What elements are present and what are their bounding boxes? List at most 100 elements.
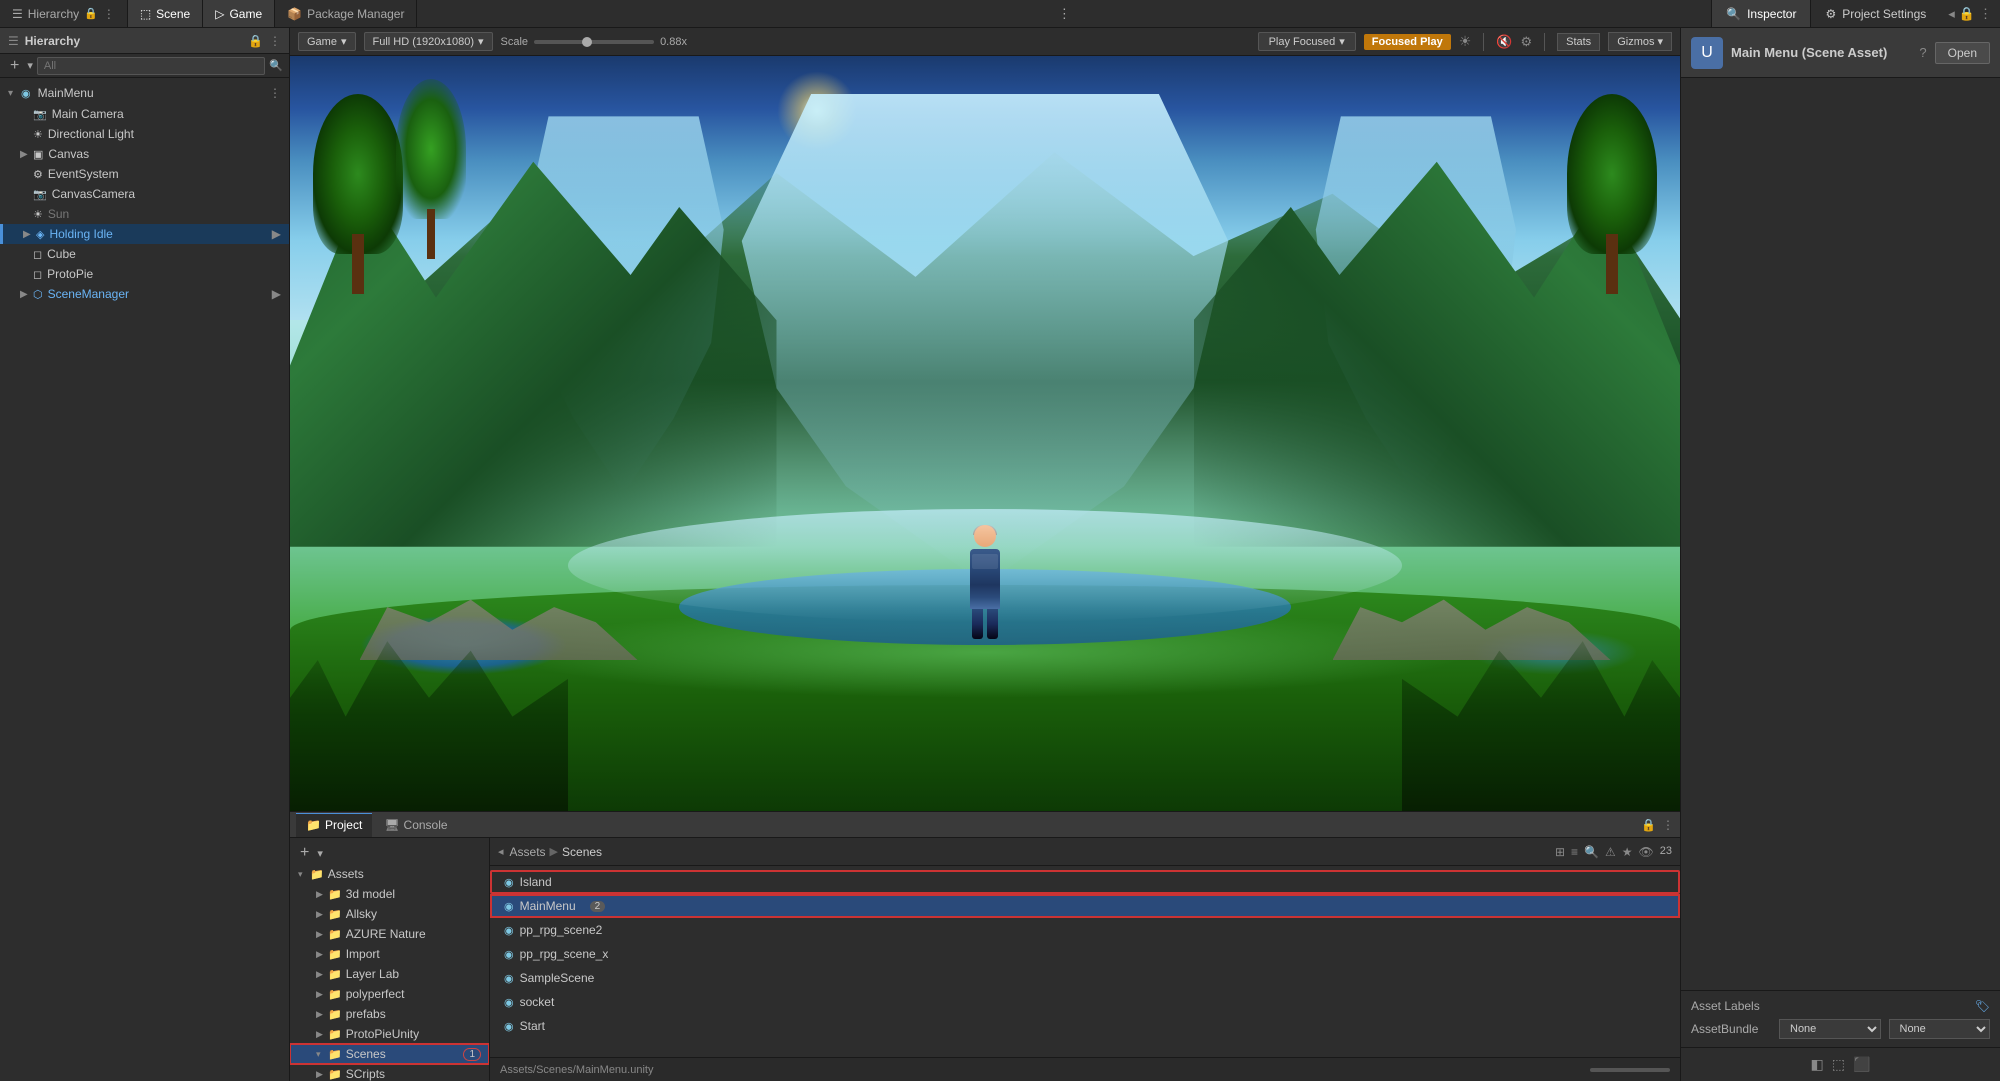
bottom-panel-controls: 🔒 ⋮ bbox=[1641, 818, 1674, 832]
file-item-island[interactable]: ◉ Island bbox=[490, 870, 1680, 894]
hierarchy-item-canvas[interactable]: ▶ ▣ Canvas bbox=[0, 144, 289, 164]
folder-layerlab[interactable]: ▶ 📁 Layer Lab bbox=[290, 964, 489, 984]
protopie-icon: ◻ bbox=[33, 268, 42, 281]
holding-idle-label: Holding Idle bbox=[49, 227, 112, 241]
hierarchy-item-protopie[interactable]: ◻ ProtoPie bbox=[0, 264, 289, 284]
tab-project-settings[interactable]: ⚙ Project Settings bbox=[1810, 0, 1940, 27]
hierarchy-search-input[interactable] bbox=[37, 57, 265, 75]
breadcrumb-root[interactable]: Assets bbox=[510, 845, 546, 859]
audio-settings-icon[interactable]: ⚙ bbox=[1520, 34, 1532, 50]
inspector-title-area: Main Menu (Scene Asset) bbox=[1731, 45, 1911, 60]
file-icon-list[interactable]: ≡ bbox=[1571, 845, 1578, 859]
play-focused-button[interactable]: Play Focused ▾ bbox=[1258, 32, 1356, 51]
hierarchy-item-main-camera[interactable]: 📷 Main Camera bbox=[0, 104, 289, 124]
toolbar-sep-1 bbox=[1483, 33, 1484, 51]
inspector-body bbox=[1681, 78, 2000, 990]
game-view-dropdown[interactable]: Game ▾ bbox=[298, 32, 356, 51]
stats-button[interactable]: Stats bbox=[1557, 33, 1600, 51]
file-item-mainmenu[interactable]: ◉ MainMenu 2 bbox=[490, 894, 1680, 918]
inspector-bottom-icon-1[interactable]: ◧ bbox=[1811, 1056, 1824, 1073]
hierarchy-item-eventsystem[interactable]: ⚙ EventSystem bbox=[0, 164, 289, 184]
folder-3dmodel[interactable]: ▶ 📁 3d model bbox=[290, 884, 489, 904]
asset-bundle-select-1[interactable]: None bbox=[1779, 1019, 1881, 1039]
bottom-lock-icon[interactable]: 🔒 bbox=[1641, 818, 1656, 832]
tab-inspector[interactable]: 🔍 Inspector bbox=[1711, 0, 1810, 27]
scene-root-more[interactable]: ⋮ bbox=[269, 86, 281, 100]
scripts-label: SCripts bbox=[346, 1067, 385, 1081]
cube-icon: ◻ bbox=[33, 248, 42, 261]
breadcrumb-current[interactable]: Scenes bbox=[562, 845, 602, 859]
file-item-socket[interactable]: ◉ socket bbox=[490, 990, 1680, 1014]
scenemanager-more[interactable]: ▶ bbox=[272, 287, 281, 301]
sun-settings-icon[interactable]: ☀ bbox=[1459, 33, 1472, 50]
hierarchy-item-holding-idle[interactable]: ▶ ◈ Holding Idle ▶ bbox=[0, 224, 289, 244]
inspector-bottom-icon-3[interactable]: ⬛ bbox=[1853, 1056, 1870, 1073]
tree-left-1 bbox=[318, 94, 398, 294]
file-icon-visible[interactable]: 👁 bbox=[1639, 845, 1654, 859]
folder-allsky[interactable]: ▶ 📁 Allsky bbox=[290, 904, 489, 924]
main-layout: ☰ Hierarchy 🔒 ⋮ + ▾ 🔍 ▾ ◉ MainMenu ⋮ bbox=[0, 28, 2000, 1081]
asset-menu-arrow[interactable]: ▾ bbox=[317, 847, 323, 860]
breadcrumb-sep: ▶ bbox=[550, 845, 558, 858]
hierarchy-dropdown-arrow[interactable]: ▾ bbox=[27, 59, 33, 72]
menu-dots-hierarchy[interactable]: ⋮ bbox=[103, 7, 115, 21]
hierarchy-item-cube[interactable]: ◻ Cube bbox=[0, 244, 289, 264]
hierarchy-search-icon[interactable]: 🔍 bbox=[269, 59, 283, 72]
inspector-footer: Asset Labels 🏷 AssetBundle None None bbox=[1681, 990, 2000, 1047]
file-icon-search[interactable]: 🔍 bbox=[1584, 845, 1599, 859]
resolution-dropdown[interactable]: Full HD (1920x1080) ▾ bbox=[364, 32, 493, 51]
file-icon-favorite[interactable]: ★ bbox=[1622, 845, 1633, 859]
scale-slider[interactable] bbox=[534, 40, 654, 44]
file-panel-arrow[interactable]: ◂ bbox=[498, 845, 504, 858]
assets-root-item[interactable]: ▾ 📁 Assets bbox=[290, 864, 489, 884]
file-item-samplescene[interactable]: ◉ SampleScene bbox=[490, 966, 1680, 990]
folder-import[interactable]: ▶ 📁 Import bbox=[290, 944, 489, 964]
tab-scene[interactable]: ⬚ Scene bbox=[128, 0, 203, 27]
asset-add-btn[interactable]: + bbox=[296, 842, 313, 864]
scale-value: 0.88x bbox=[660, 36, 687, 48]
hierarchy-item-sun[interactable]: ☀ Sun bbox=[0, 204, 289, 224]
file-icon-warning[interactable]: ⚠ bbox=[1605, 845, 1616, 859]
folder-scripts[interactable]: ▶ 📁 SCripts bbox=[290, 1064, 489, 1081]
hierarchy-tab-icon: ☰ bbox=[12, 7, 23, 21]
mute-icon[interactable]: 🔇 bbox=[1496, 34, 1512, 50]
folder-polyperfect[interactable]: ▶ 📁 polyperfect bbox=[290, 984, 489, 1004]
file-toolbar-icons: ⊞ ≡ 🔍 ⚠ ★ 👁 23 bbox=[1555, 845, 1672, 859]
tab-hierarchy[interactable]: ☰ Hierarchy 🔒 ⋮ bbox=[0, 0, 128, 27]
hierarchy-scene-root[interactable]: ▾ ◉ MainMenu ⋮ bbox=[0, 82, 289, 104]
bottom-menu-icon[interactable]: ⋮ bbox=[1662, 818, 1674, 832]
hierarchy-item-scenemanager[interactable]: ▶ ⬡ SceneManager ▶ bbox=[0, 284, 289, 304]
scene-root-icon: ◉ bbox=[21, 87, 31, 100]
file-icon-grid[interactable]: ⊞ bbox=[1555, 845, 1565, 859]
folder-scenes[interactable]: ▾ 📁 Scenes 1 bbox=[290, 1044, 489, 1064]
hierarchy-header-icons: 🔒 ⋮ bbox=[248, 34, 281, 48]
bottom-status-bar: Assets/Scenes/MainMenu.unity bbox=[490, 1057, 1680, 1081]
folder-azure-nature[interactable]: ▶ 📁 AZURE Nature bbox=[290, 924, 489, 944]
polyperfect-arrow: ▶ bbox=[316, 989, 324, 1000]
tab-package-manager[interactable]: 📦 Package Manager bbox=[275, 0, 417, 27]
hierarchy-add-btn[interactable]: + bbox=[6, 55, 23, 77]
folder-protopieunity[interactable]: ▶ 📁 ProtoPieUnity bbox=[290, 1024, 489, 1044]
asset-bundle-select-2[interactable]: None bbox=[1889, 1019, 1991, 1039]
inspector-bottom-icon-2[interactable]: ⬚ bbox=[1832, 1056, 1845, 1073]
hierarchy-item-canvascamera[interactable]: 📷 CanvasCamera bbox=[0, 184, 289, 204]
tab-bar-more[interactable]: ⋮ bbox=[1050, 6, 1079, 22]
hierarchy-item-directional-light[interactable]: ☀ Directional Light bbox=[0, 124, 289, 144]
top-right-controls[interactable]: ◂ 🔒 ⋮ bbox=[1940, 6, 2000, 22]
folder-prefabs[interactable]: ▶ 📁 prefabs bbox=[290, 1004, 489, 1024]
file-item-ppx[interactable]: ◉ pp_rpg_scene_x bbox=[490, 942, 1680, 966]
tab-game[interactable]: ▷ Game bbox=[203, 0, 275, 27]
tab-console[interactable]: 🖥 Console bbox=[374, 813, 457, 837]
gizmos-button[interactable]: Gizmos ▾ bbox=[1608, 32, 1672, 51]
project-tab-label: Project bbox=[325, 818, 362, 832]
status-zoom-slider[interactable] bbox=[1590, 1068, 1670, 1072]
holding-idle-more[interactable]: ▶ bbox=[272, 227, 281, 241]
inspector-open-button[interactable]: Open bbox=[1935, 42, 1990, 64]
file-item-pp2[interactable]: ◉ pp_rpg_scene2 bbox=[490, 918, 1680, 942]
tab-project[interactable]: 📁 Project bbox=[296, 813, 372, 837]
file-item-start[interactable]: ◉ Start bbox=[490, 1014, 1680, 1038]
hierarchy-lock-icon[interactable]: 🔒 bbox=[248, 34, 263, 48]
hierarchy-menu-icon[interactable]: ⋮ bbox=[269, 34, 281, 48]
inspector-question-icon[interactable]: ? bbox=[1919, 45, 1926, 60]
asset-labels-edit-icon[interactable]: 🏷 bbox=[1975, 999, 1990, 1013]
